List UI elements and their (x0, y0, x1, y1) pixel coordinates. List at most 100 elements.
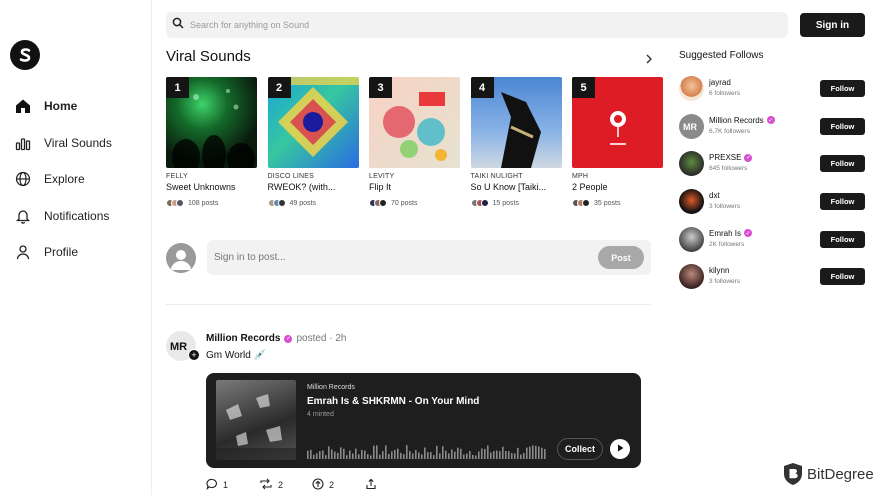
user-name[interactable]: jayrad (709, 78, 731, 87)
collect-button[interactable]: Collect (557, 438, 603, 460)
avatar[interactable] (679, 151, 704, 177)
follow-button[interactable]: Follow (820, 193, 865, 211)
poster-avatars (369, 199, 387, 207)
follow-button[interactable]: Follow (820, 155, 865, 173)
repost-count: 2 (278, 480, 284, 490)
user-name[interactable]: PREXSE (709, 153, 741, 162)
waveform-bar (364, 450, 366, 459)
main-nav: Home Viral Sounds Explore Notifications … (14, 88, 112, 271)
nav-item-explore[interactable]: Explore (14, 161, 112, 198)
post-count: 35 posts (594, 199, 621, 207)
waveform-bar (379, 454, 381, 459)
follow-button[interactable]: Follow (820, 80, 865, 97)
waveform-bar (349, 450, 351, 459)
verified-icon: ✓ (766, 116, 775, 125)
viral-card[interactable]: 4 TAIKI NULIGHT So U Know [Taiki... 15 p… (470, 77, 562, 207)
suggested-user: dxt 3 followers Follow (679, 189, 865, 227)
waveform-bar (520, 454, 522, 459)
viral-card[interactable]: 2 DISCO LINES RWEOK? (with... 49 posts (267, 77, 359, 207)
waveform-bar (400, 452, 402, 459)
card-artist: FELLY (166, 173, 188, 180)
waveform-bar (502, 446, 504, 459)
waveform-bar (361, 449, 363, 459)
verified-icon: ✓ (284, 334, 293, 343)
rank-badge: 1 (166, 77, 189, 98)
viral-card[interactable]: 1 FELLY Sweet Unknowns 108 posts (166, 77, 257, 207)
chevron-right-icon[interactable] (643, 52, 655, 64)
follow-button[interactable]: Follow (820, 230, 865, 248)
nav-item-viral-sounds[interactable]: Viral Sounds (14, 125, 112, 162)
waveform-bar (322, 450, 324, 459)
avatar[interactable] (679, 189, 704, 215)
viral-card[interactable]: 3 LEVITY Flip It 70 posts (369, 77, 460, 207)
user-name[interactable]: Million Records (709, 116, 764, 125)
waveform-bar (418, 452, 420, 459)
repost-action[interactable]: 2 (259, 478, 312, 492)
waveform-bar (442, 446, 444, 459)
waveform-bar (535, 445, 537, 459)
nav-item-home[interactable]: Home (14, 88, 112, 125)
waveform-bar (316, 453, 318, 459)
avatar[interactable] (679, 226, 704, 252)
upvote-count: 2 (329, 480, 335, 490)
audio-player-card[interactable]: Million Records Emrah Is & SHKRMN - On Y… (206, 373, 641, 468)
waveform-bar (514, 453, 516, 459)
waveform-bar (412, 453, 414, 459)
waveform-bar (487, 445, 489, 459)
user-name[interactable]: dxt (709, 191, 720, 200)
card-track: Flip It (369, 182, 392, 192)
poster-avatars (166, 199, 184, 207)
waveform-bar (388, 453, 390, 459)
avatar[interactable] (679, 264, 704, 290)
poster-avatars (267, 199, 286, 207)
avatar[interactable] (679, 76, 704, 101)
waveform-bar (370, 455, 372, 459)
comment-action[interactable]: 1 (206, 478, 259, 492)
follower-count: 3 followers (709, 203, 741, 211)
suggested-user: MR Million Records ✓ 6.7K followers Follo… (679, 113, 865, 152)
follow-button[interactable]: Follow (820, 268, 865, 286)
waveform[interactable] (307, 445, 547, 459)
search-bar (166, 12, 788, 38)
waveform-bar (433, 455, 435, 459)
card-track: RWEOK? (with... (267, 182, 336, 192)
post-button[interactable]: Post (598, 246, 644, 269)
waveform-bar (496, 450, 498, 459)
waveform-bar (367, 454, 369, 459)
user-name[interactable]: Emrah Is (709, 229, 741, 238)
nav-item-profile[interactable]: Profile (14, 234, 112, 271)
play-button[interactable] (610, 439, 630, 459)
post-input[interactable] (214, 252, 584, 263)
upvote-action[interactable]: 2 (312, 478, 365, 492)
sign-in-button[interactable]: Sign in (800, 13, 865, 37)
play-icon (615, 440, 625, 458)
post-count: 15 posts (492, 199, 519, 207)
nav-item-notifications[interactable]: Notifications (14, 198, 112, 235)
suggested-user: jayrad 6 followers Follow (679, 76, 865, 114)
waveform-bar (409, 451, 411, 459)
waveform-bar (421, 454, 423, 459)
suggested-follows-title: Suggested Follows (679, 50, 764, 61)
waveform-bar (517, 447, 519, 459)
waveform-bar (346, 455, 348, 459)
avatar[interactable]: MR (679, 113, 704, 139)
card-artist: DISCO LINES (267, 173, 315, 180)
waveform-bar (334, 451, 336, 459)
waveform-bar (331, 449, 333, 459)
rank-badge: 3 (369, 77, 392, 98)
user-name[interactable]: kilynn (709, 266, 729, 275)
post-author[interactable]: Million Records (206, 333, 280, 344)
card-artist: TAIKI NULIGHT (470, 173, 523, 180)
viral-card[interactable]: 5 MPH 2 People 35 posts (572, 77, 663, 207)
waveform-bar (544, 448, 546, 459)
follow-button[interactable]: Follow (820, 117, 865, 135)
waveform-bar (313, 454, 315, 459)
share-action[interactable] (365, 478, 418, 492)
waveform-bar (541, 447, 543, 459)
cover-art: 4 (470, 77, 562, 168)
logo-s-icon (19, 48, 31, 62)
sound-logo[interactable] (10, 40, 40, 70)
follow-plus-icon[interactable]: + (188, 349, 200, 361)
card-meta: 70 posts (369, 199, 460, 207)
search-input[interactable] (190, 20, 750, 30)
